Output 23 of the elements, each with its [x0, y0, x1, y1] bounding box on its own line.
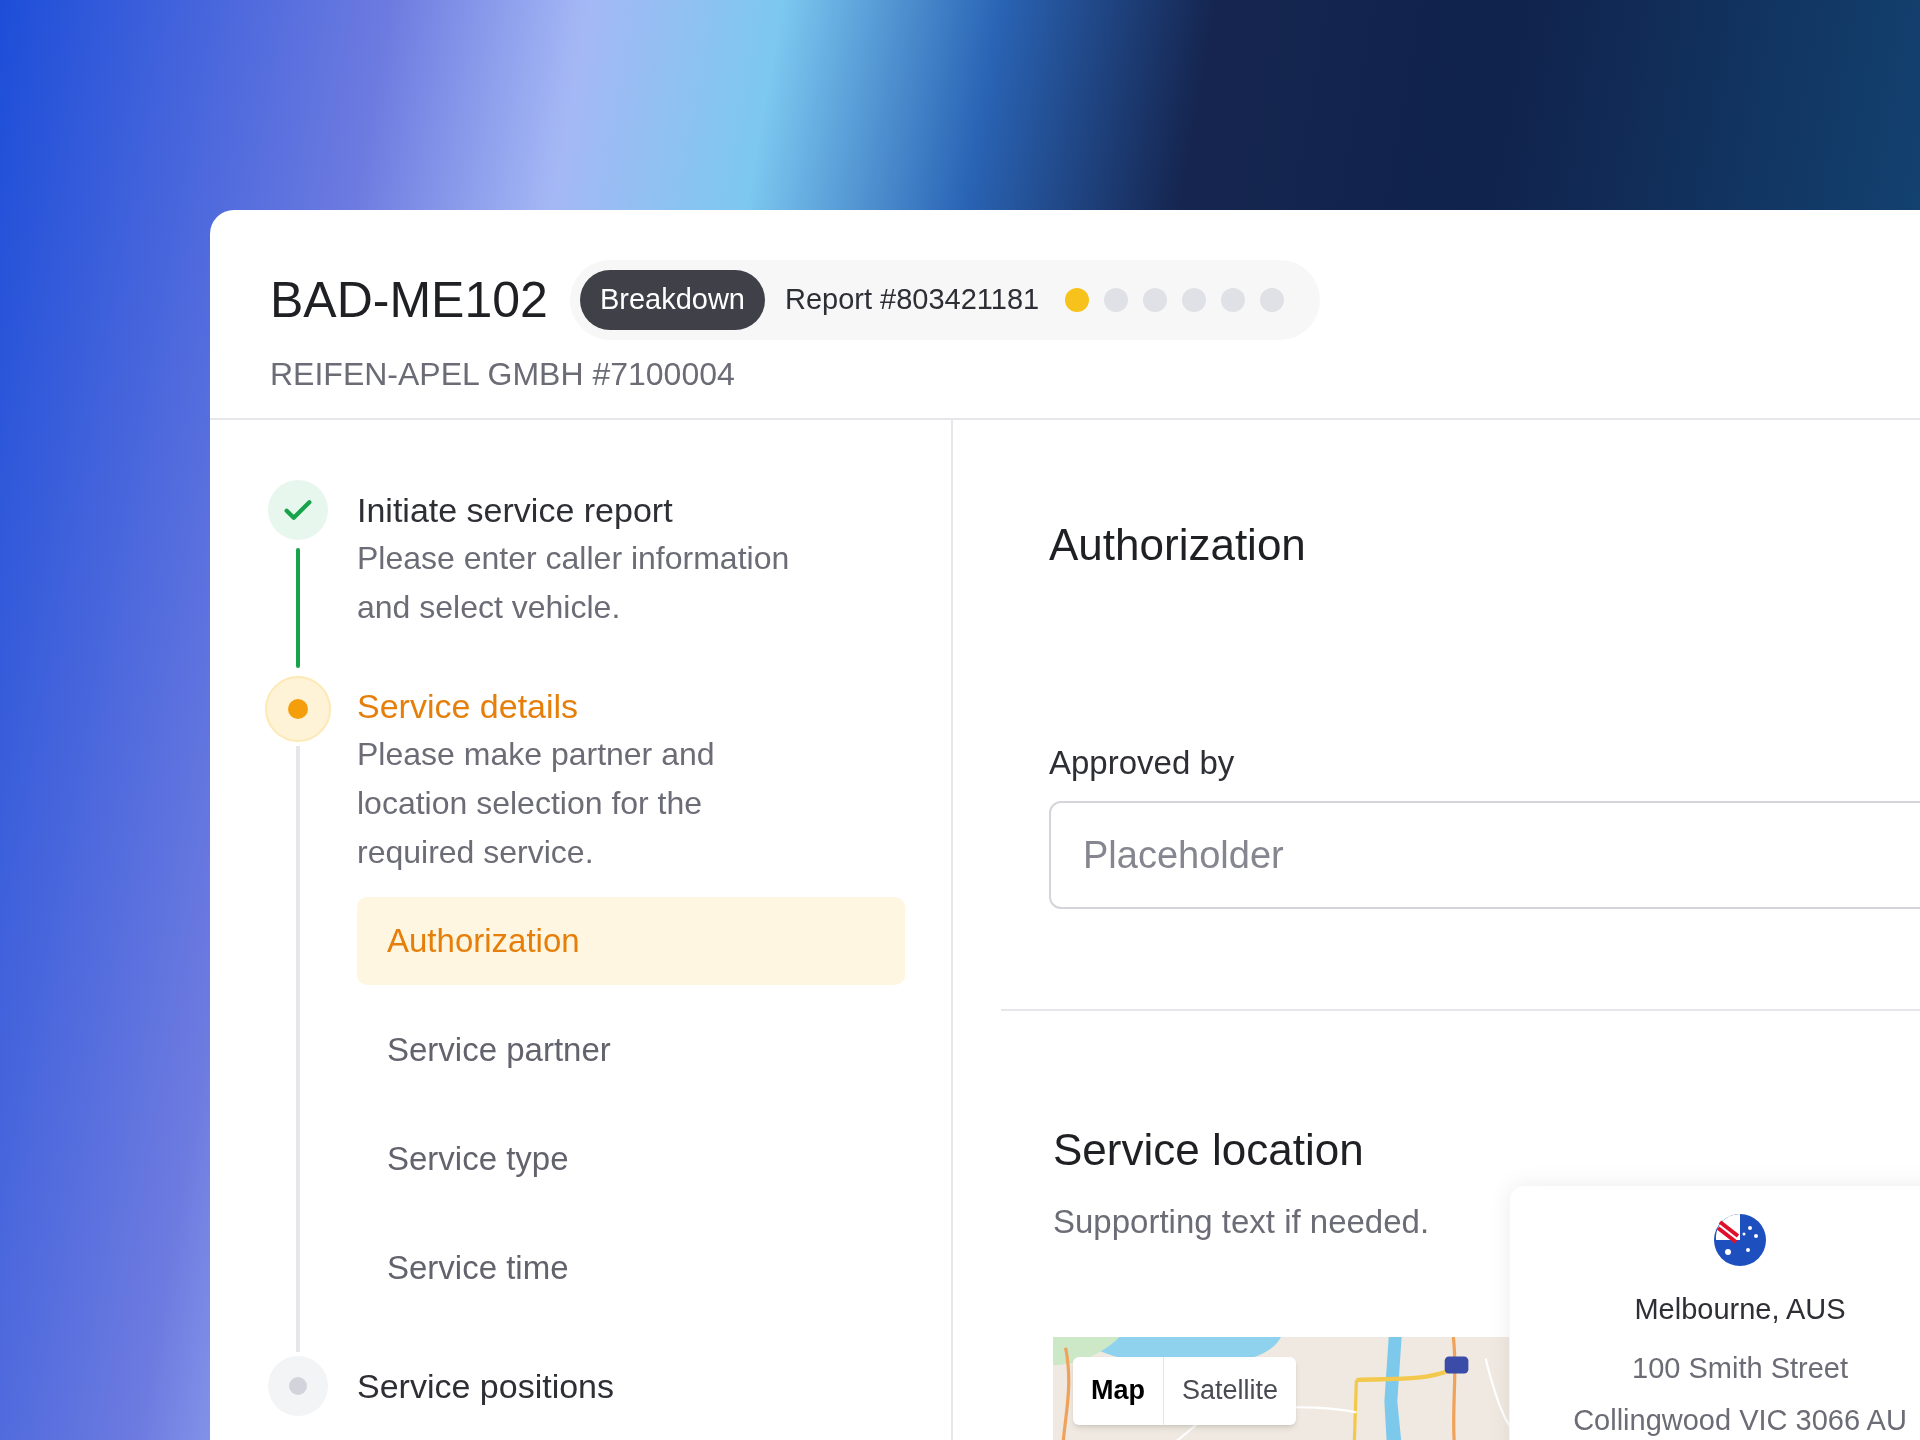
substep-item[interactable]: Service time	[357, 1223, 905, 1312]
location-street: 100 Smith Street	[1632, 1351, 1848, 1386]
vehicle-plate: BAD-ME102	[270, 274, 548, 325]
location-city: Melbourne, AUS	[1634, 1291, 1846, 1327]
map-type-tab[interactable]: Satellite	[1164, 1356, 1297, 1425]
substep-item[interactable]: Service partner	[357, 1005, 905, 1094]
step-description: Please enter caller information and select vehicle.	[357, 538, 791, 627]
field-label: Approved by	[1049, 742, 1236, 783]
flag-icon	[1714, 1213, 1766, 1266]
company-subtitle: REIFEN-APEL GMBH #7100004	[270, 354, 736, 394]
section-heading: Service location	[1053, 1124, 1365, 1176]
supporting-text: Supporting text if needed.	[1053, 1202, 1430, 1242]
location-locality: Collingwood VIC 3066 AU	[1573, 1402, 1907, 1438]
map-type-tab[interactable]: Map	[1073, 1356, 1164, 1425]
step-title[interactable]: Service positions	[357, 1361, 905, 1410]
section-heading: Authorization	[1049, 518, 1307, 571]
step-title[interactable]: Initiate service report	[357, 485, 905, 534]
breakdown-badge: Breakdown	[579, 270, 765, 330]
map[interactable]: Map Satellite	[1053, 1336, 1509, 1440]
approved-by-field[interactable]: Placeholder	[1049, 801, 1920, 909]
substep-item[interactable]: Service type	[357, 1114, 905, 1203]
report-number: Report #803421181	[785, 282, 1040, 317]
step-description: Please make partner and location selection for the required service.	[357, 734, 716, 872]
